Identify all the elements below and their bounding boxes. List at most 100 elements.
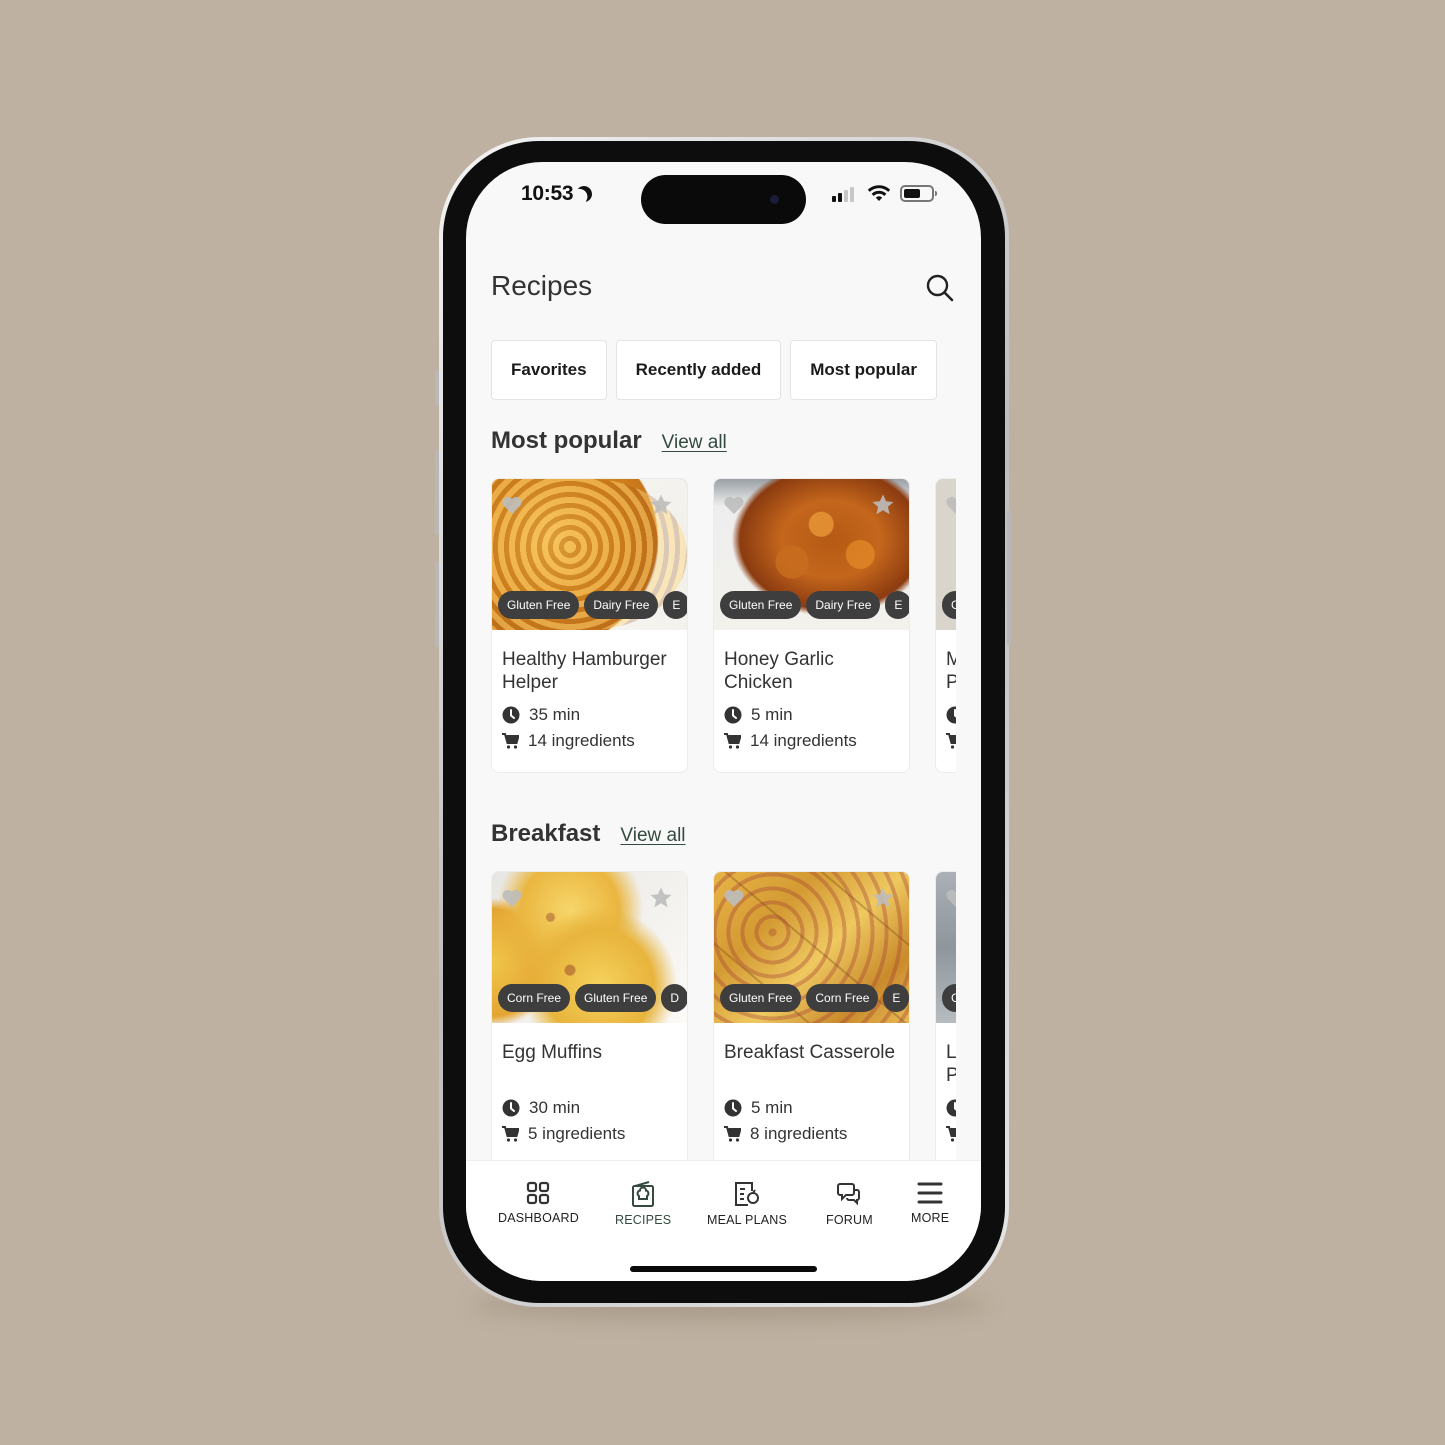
recipe-image: Gluten Free Dairy Free E (492, 479, 687, 630)
cellular-signal-icon (832, 187, 854, 202)
diet-tag: Corn Free (498, 984, 571, 1012)
star-icon[interactable] (649, 493, 673, 517)
recipe-image: Gluten Free Corn Free E (714, 872, 909, 1023)
dynamic-island (641, 175, 806, 224)
tab-recipes[interactable]: RECIPES (615, 1181, 671, 1227)
diet-tag: E (885, 591, 909, 619)
status-bar: 10:53 (466, 162, 981, 224)
clock-icon (946, 706, 956, 724)
volume-down-button (435, 562, 439, 647)
recipe-card[interactable]: G LP (935, 871, 956, 1166)
recipe-time: 5 min (724, 1098, 899, 1117)
recipe-card[interactable]: Gluten Free Corn Free E Breakfast Casserol… (713, 871, 910, 1166)
home-indicator[interactable] (630, 1266, 817, 1272)
heart-icon[interactable] (945, 495, 956, 515)
tab-label: FORUM (826, 1213, 873, 1227)
meal-plan-icon (735, 1182, 760, 1206)
recipe-info: MP (936, 630, 956, 772)
recipe-ingredients: 14 ingredients (502, 731, 677, 750)
diet-tags: G (942, 984, 956, 1012)
star-icon[interactable] (649, 886, 673, 910)
heart-icon[interactable] (501, 888, 523, 908)
section-header-most-popular: Most popular View all (491, 427, 727, 455)
star-icon[interactable] (871, 493, 895, 517)
battery-icon (900, 185, 937, 202)
diet-tag: Gluten Free (720, 591, 802, 619)
diet-tag: E (663, 591, 687, 619)
heart-icon[interactable] (501, 495, 523, 515)
page-title: Recipes (491, 270, 593, 301)
diet-tag: Corn Free (806, 984, 879, 1012)
tab-forum[interactable]: FORUM (826, 1181, 873, 1227)
tab-meal-plans[interactable]: MEAL PLANS (707, 1181, 787, 1227)
diet-tag: E (883, 984, 909, 1012)
heart-icon[interactable] (723, 888, 745, 908)
moon-icon (575, 185, 594, 204)
search-icon[interactable] (924, 272, 956, 304)
cart-icon (724, 1126, 741, 1142)
tab-label: MEAL PLANS (707, 1213, 788, 1227)
recipe-info: LP (936, 1023, 956, 1165)
recipe-ingredients (946, 732, 956, 750)
clock-icon (946, 1099, 956, 1117)
recipe-image: G (936, 872, 956, 1023)
cart-icon (946, 733, 956, 749)
recipe-time (946, 706, 956, 724)
tab-label: RECIPES (615, 1213, 672, 1227)
chip-recently-added[interactable]: Recently added (615, 340, 782, 400)
clock-icon (724, 706, 742, 724)
recipe-image: G (936, 479, 956, 630)
recipe-card[interactable]: Gluten Free Dairy Free E Honey Garlic Chic… (713, 478, 910, 773)
diet-tags: G (942, 591, 956, 619)
recipe-name: Breakfast Casserole (724, 1042, 896, 1063)
clock-icon (502, 706, 520, 724)
recipe-book-icon (632, 1181, 655, 1207)
view-all-link[interactable]: View all (662, 432, 727, 454)
recipe-time (946, 1099, 956, 1117)
chip-most-popular[interactable]: Most popular (790, 340, 937, 400)
diet-tags: Gluten Free Corn Free E (720, 984, 909, 1012)
hamburger-menu-icon (917, 1182, 943, 1204)
diet-tag: Dairy Free (806, 591, 881, 619)
diet-tag: Gluten Free (720, 984, 802, 1012)
recipe-name: MP (946, 648, 956, 698)
recipe-ingredients: 14 ingredients (724, 731, 899, 750)
recipe-info: Egg Muffins 30 min 5 ingredients (492, 1023, 687, 1165)
section-title: Breakfast (491, 820, 601, 847)
tab-label: DASHBOARD (498, 1211, 579, 1225)
recipe-carousel-breakfast[interactable]: Corn Free Gluten Free D Egg Muffins 30 min… (491, 871, 956, 1166)
heart-icon[interactable] (945, 888, 956, 908)
recipe-info: Healthy Hamburger Helper 35 min 14 ingre… (492, 630, 687, 772)
clock-icon (724, 1099, 742, 1117)
app-screen: 10:53 Recipes Favorites Recently added M… (466, 162, 981, 1281)
diet-tags: Gluten Free Dairy Free E (498, 591, 687, 619)
recipe-carousel-most-popular[interactable]: Gluten Free Dairy Free E Healthy Hamburger… (491, 478, 956, 773)
cart-icon (946, 1126, 956, 1142)
recipe-card[interactable]: G MP (935, 478, 956, 773)
power-button (1007, 510, 1011, 645)
tab-label: MORE (911, 1211, 950, 1225)
recipe-image: Gluten Free Dairy Free E (714, 479, 909, 630)
heart-icon[interactable] (723, 495, 745, 515)
diet-tags: Gluten Free Dairy Free E (720, 591, 909, 619)
tab-more[interactable]: MORE (911, 1181, 949, 1225)
page-header: Recipes (491, 270, 956, 310)
recipe-image: Corn Free Gluten Free D (492, 872, 687, 1023)
chip-favorites[interactable]: Favorites (491, 340, 607, 400)
recipe-card[interactable]: Corn Free Gluten Free D Egg Muffins 30 min… (491, 871, 688, 1166)
recipe-card[interactable]: Gluten Free Dairy Free E Healthy Hamburger… (491, 478, 688, 773)
recipe-ingredients: 5 ingredients (502, 1124, 677, 1143)
view-all-link[interactable]: View all (620, 825, 685, 847)
diet-tag: Gluten Free (498, 591, 580, 619)
action-button (435, 370, 439, 406)
diet-tag: G (942, 591, 956, 619)
star-icon[interactable] (871, 886, 895, 910)
recipe-name: Egg Muffins (502, 1042, 602, 1063)
section-header-breakfast: Breakfast View all (491, 820, 686, 848)
tab-dashboard[interactable]: DASHBOARD (498, 1181, 579, 1225)
diet-tag: Gluten Free (575, 984, 657, 1012)
recipe-name: LP (946, 1042, 956, 1086)
clock-icon (502, 1099, 520, 1117)
filter-chips: Favorites Recently added Most popular (491, 340, 956, 400)
recipe-ingredients: 8 ingredients (724, 1124, 899, 1143)
